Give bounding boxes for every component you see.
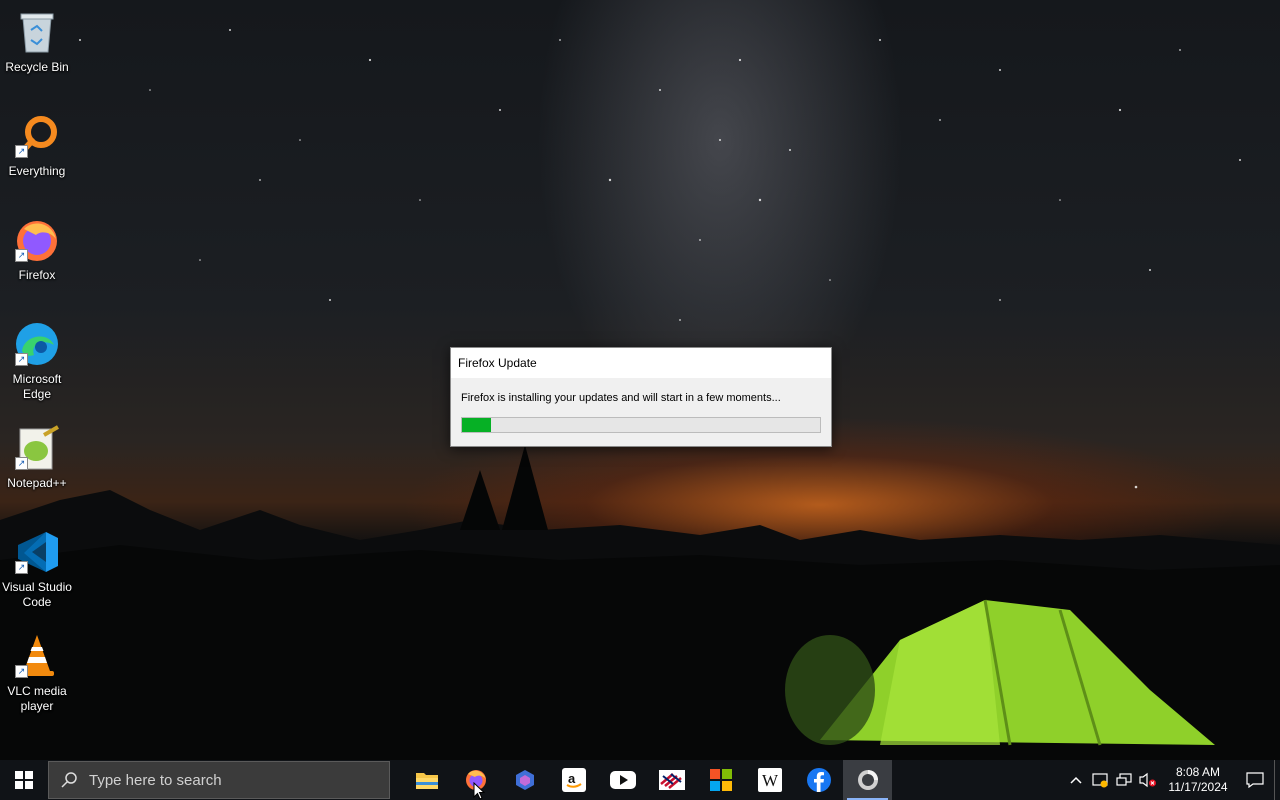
desktop-icon-recycle-bin[interactable]: Recycle Bin (0, 8, 74, 75)
progress-fill (462, 418, 491, 432)
taskbar-app-bank-of-america[interactable] (647, 760, 696, 800)
dialog-message: Firefox is installing your updates and w… (461, 392, 781, 404)
file-explorer-icon (415, 773, 438, 789)
firefox-update-dialog: Firefox Update Firefox is installing you… (450, 347, 832, 447)
desktop-icon-label: Firefox (18, 268, 56, 282)
start-button[interactable] (0, 760, 48, 800)
notepadpp-icon: ↗ (13, 424, 61, 472)
edge-icon: ↗ (13, 320, 61, 368)
firefox-icon: ↗ (13, 216, 61, 264)
desktop-icon-firefox[interactable]: ↗ Firefox (0, 216, 74, 283)
taskbar-app-file-explorer[interactable] (402, 760, 451, 800)
desktop-icon-label: Visual Studio Code (2, 580, 72, 609)
shortcut-arrow-icon: ↗ (15, 145, 28, 158)
update-progress-bar (461, 417, 821, 433)
desktop-icon-label: Recycle Bin (5, 60, 69, 74)
search-placeholder: Type here to search (89, 771, 222, 789)
amazon-icon: a (561, 768, 586, 792)
volume-muted-icon (1139, 772, 1156, 788)
show-desktop-button[interactable] (1274, 760, 1280, 800)
vscode-icon: ↗ (13, 528, 61, 576)
desktop-icon-vscode[interactable]: ↗ Visual Studio Code (0, 528, 74, 610)
taskbar-app-facebook[interactable] (794, 760, 843, 800)
everything-search-icon: ↗ (13, 112, 61, 160)
shortcut-arrow-icon: ↗ (15, 457, 28, 470)
shortcut-arrow-icon: ↗ (15, 665, 28, 678)
desktop-icon-notepad-plus-plus[interactable]: ↗ Notepad++ (0, 424, 74, 491)
show-hidden-icons-button[interactable] (1064, 760, 1088, 800)
taskbar-search-box[interactable]: Type here to search (48, 761, 390, 799)
shortcut-arrow-icon: ↗ (15, 249, 28, 262)
desktop-icon-label: Notepad++ (7, 476, 67, 490)
chevron-up-icon (1070, 776, 1082, 784)
desktop-icon-vlc[interactable]: ↗ VLC media player (0, 632, 74, 714)
dialog-title[interactable]: Firefox Update (451, 348, 831, 378)
taskbar: Type here to search a W 8:08 AM 11/17/20… (0, 760, 1280, 800)
recycle-bin-icon (13, 8, 61, 56)
clock-time: 8:08 AM (1175, 765, 1221, 779)
desktop-icon-microsoft-edge[interactable]: ↗ Microsoft Edge (0, 320, 74, 402)
svg-text:W: W (762, 771, 779, 790)
shortcut-arrow-icon: ↗ (15, 353, 28, 366)
action-center-button[interactable] (1236, 772, 1274, 788)
shortcut-arrow-icon: ↗ (15, 561, 28, 574)
taskbar-app-microsoft-store[interactable] (696, 760, 745, 800)
taskbar-clock[interactable]: 8:08 AM 11/17/2024 (1160, 765, 1236, 795)
tray-security-icon-button[interactable] (1088, 760, 1112, 800)
taskbar-app-firefox-update[interactable] (843, 760, 892, 800)
taskbar-app-youtube[interactable] (598, 760, 647, 800)
desktop-icon-label: Everything (8, 164, 66, 178)
clock-date: 11/17/2024 (1168, 780, 1228, 794)
taskbar-app-copilot[interactable] (500, 760, 549, 800)
tray-network-button[interactable] (1112, 760, 1136, 800)
desktop-icon-label: Microsoft Edge (12, 372, 62, 401)
taskbar-app-wikipedia[interactable]: W (745, 760, 794, 800)
notification-icon (1246, 772, 1264, 788)
security-center-icon (1092, 773, 1108, 788)
vlc-icon: ↗ (13, 632, 61, 680)
bank-of-america-icon (658, 770, 685, 790)
windows-logo-icon (15, 771, 33, 789)
tray-volume-button[interactable] (1136, 760, 1160, 800)
network-icon (1116, 773, 1132, 786)
facebook-icon (806, 768, 831, 792)
desktop-icon-everything[interactable]: ↗ Everything (0, 112, 74, 179)
copilot-icon (515, 770, 534, 790)
firefox-update-icon (857, 770, 878, 790)
taskbar-app-firefox[interactable] (451, 760, 500, 800)
taskbar-app-amazon[interactable]: a (549, 760, 598, 800)
mouse-cursor-icon (473, 782, 485, 800)
desktop-icon-label: VLC media player (7, 684, 67, 713)
microsoft-store-icon (709, 769, 732, 791)
wikipedia-icon: W (757, 768, 782, 792)
svg-text:a: a (568, 771, 576, 786)
youtube-icon (609, 771, 636, 789)
search-icon (49, 771, 89, 789)
system-tray: 8:08 AM 11/17/2024 (1064, 760, 1280, 800)
